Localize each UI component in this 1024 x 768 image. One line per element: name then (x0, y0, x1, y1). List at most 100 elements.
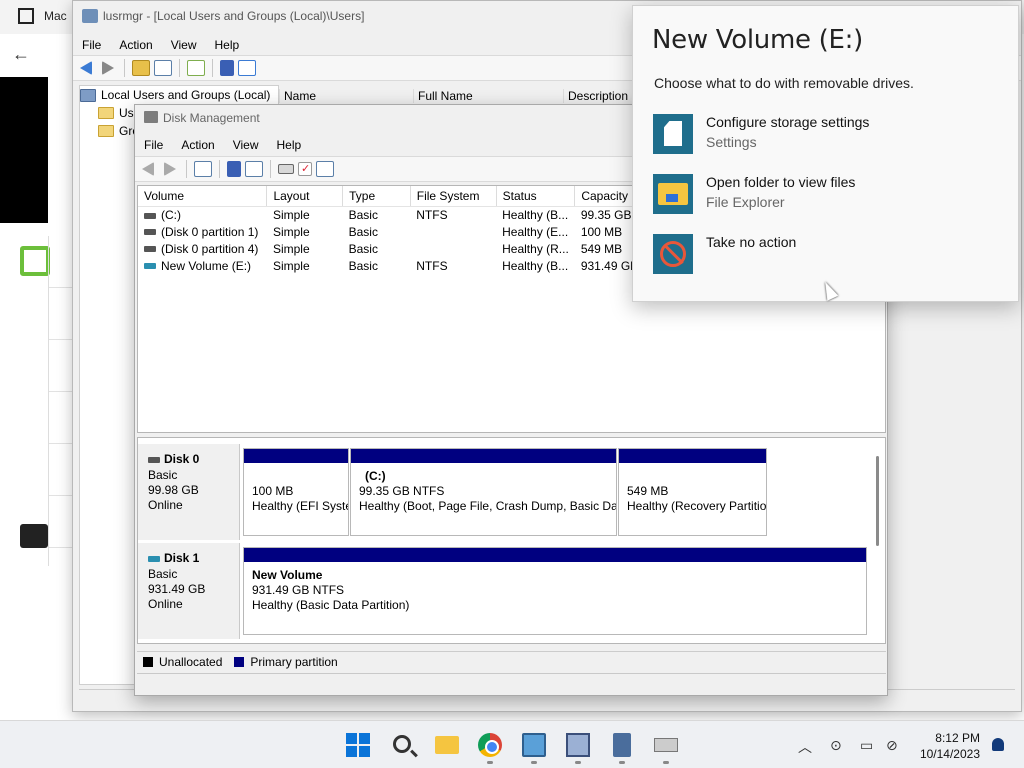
running-indicator (619, 761, 625, 764)
primary-partition-band (351, 449, 616, 463)
tree-item-label: Local Users and Groups (Local) (101, 88, 271, 102)
column-header-volume[interactable]: Volume (138, 186, 268, 207)
column-header-file-system[interactable]: File System (410, 186, 497, 207)
calculator-icon[interactable] (613, 733, 631, 757)
volume-name: (Disk 0 partition 4) (161, 241, 259, 256)
export-list-icon[interactable] (187, 60, 205, 76)
save-icon[interactable] (20, 246, 50, 276)
network-app-icon[interactable] (566, 733, 590, 757)
partition-title: New Volume (252, 568, 323, 582)
autoplay-notification: New Volume (E:) Choose what to do with r… (632, 5, 1019, 302)
volume-file-system (410, 223, 496, 240)
disk-management-app-icon (144, 111, 158, 123)
column-header-status[interactable]: Status (496, 186, 576, 207)
volume-file-system (410, 240, 496, 257)
column-header-full-name[interactable]: Full Name (413, 89, 563, 103)
check-icon[interactable] (298, 162, 312, 176)
volume-file-system: NTFS (416, 258, 448, 273)
disk-size: 99.98 GB (148, 483, 199, 497)
show-hide-tree-icon[interactable] (194, 161, 212, 177)
volume-layout: Simple (272, 207, 310, 222)
menu-help[interactable]: Help (268, 138, 311, 152)
disk-1-label[interactable]: Disk 1 Basic 931.49 GB Online (138, 543, 240, 639)
partition-status: Healthy (Basic Data Partition) (252, 598, 410, 612)
disk-state: Online (148, 498, 183, 512)
option-label: Configure storage settings (706, 114, 870, 130)
disk-row-1: Disk 1 Basic 931.49 GB Online New Volume… (138, 543, 878, 639)
partition-size: 100 MB (252, 484, 294, 498)
lusrmgr-title: lusrmgr - [Local Users and Groups (Local… (103, 9, 365, 23)
drive-icon (144, 212, 156, 219)
forward-icon[interactable] (102, 61, 114, 75)
partition-recovery[interactable]: 549 MB Healthy (Recovery Partition) (618, 448, 767, 536)
volume-muted-icon[interactable]: ⊘ (886, 737, 898, 754)
disk-state: Online (148, 597, 183, 611)
menu-action[interactable]: Action (110, 38, 161, 52)
system-clock[interactable]: 8:12 PM 10/14/2023 (920, 730, 980, 762)
file-explorer-icon[interactable] (435, 736, 459, 754)
option-open-folder[interactable]: Open folder to view files File Explorer (653, 174, 1003, 218)
folder-icon (653, 174, 693, 214)
disk-0-label[interactable]: Disk 0 Basic 99.98 GB Online (138, 444, 240, 540)
primary-partition-band (244, 449, 348, 463)
back-arrow-icon[interactable]: ← (12, 44, 30, 65)
lusrmgr-app-icon (82, 9, 98, 23)
clock-time: 8:12 PM (935, 731, 980, 745)
search-icon[interactable] (393, 735, 411, 753)
chrome-icon[interactable] (478, 733, 502, 757)
connect-disk-icon[interactable] (278, 164, 294, 174)
column-header-name[interactable]: Name (279, 89, 413, 103)
notification-bell-icon[interactable] (992, 738, 1004, 751)
volume-name: New Volume (E:) (161, 258, 252, 273)
partition-efi[interactable]: 100 MB Healthy (EFI System Partition) (243, 448, 349, 536)
volume-file-system: NTFS (416, 207, 448, 222)
column-header-description[interactable]: Description (563, 89, 643, 103)
drive-icon (144, 246, 156, 253)
background-app-title: Mac (44, 9, 67, 23)
primary-partition-band (619, 449, 766, 463)
running-indicator (663, 761, 669, 764)
display-icon[interactable]: ▭ (860, 737, 873, 754)
chat-icon[interactable] (20, 524, 48, 548)
settings-list-icon[interactable] (316, 161, 334, 177)
help-icon[interactable] (220, 60, 234, 76)
column-header-type[interactable]: Type (342, 186, 411, 207)
start-icon[interactable] (346, 733, 370, 757)
side-strip (48, 236, 72, 566)
properties-icon[interactable] (238, 60, 256, 76)
partition-legend: Unallocated Primary partition (137, 651, 886, 671)
up-folder-icon[interactable] (132, 60, 150, 76)
disk-management-title: Disk Management (163, 111, 260, 125)
back-icon[interactable] (80, 61, 92, 75)
menu-view[interactable]: View (162, 38, 206, 52)
menu-view[interactable]: View (224, 138, 268, 152)
option-label: Take no action (706, 234, 797, 250)
control-panel-icon[interactable] (522, 733, 546, 757)
volume-type: Basic (348, 224, 378, 239)
dark-panel (0, 77, 48, 223)
tree-item-root[interactable]: Local Users and Groups (Local) (80, 86, 278, 104)
properties-icon[interactable] (245, 161, 263, 177)
forward-icon[interactable] (164, 162, 176, 176)
network-status-icon[interactable]: ⊙ (830, 737, 842, 754)
back-icon[interactable] (142, 162, 154, 176)
legend-label: Unallocated (159, 654, 223, 669)
help-icon[interactable] (227, 161, 241, 177)
volume-name: (C:) (161, 207, 181, 222)
legend-swatch-unallocated (143, 656, 153, 667)
usb-icon[interactable] (654, 738, 678, 752)
show-hide-tree-icon[interactable] (154, 60, 172, 76)
menu-file[interactable]: File (135, 138, 172, 152)
partition-c[interactable]: (C:) 99.35 GB NTFS Healthy (Boot, Page F… (350, 448, 617, 536)
column-header-layout[interactable]: Layout (266, 186, 344, 207)
disk-graphical-view: Disk 0 Basic 99.98 GB Online 100 MB Heal… (137, 437, 886, 644)
chevron-up-icon[interactable]: ︿ (798, 737, 812, 757)
menu-action[interactable]: Action (172, 138, 223, 152)
menu-file[interactable]: File (73, 38, 110, 52)
option-take-no-action[interactable]: Take no action (653, 234, 1003, 278)
partition-new-volume[interactable]: New Volume 931.49 GB NTFS Healthy (Basic… (243, 547, 867, 635)
volume-layout: Simple (272, 241, 310, 256)
menu-help[interactable]: Help (206, 38, 249, 52)
option-configure-storage[interactable]: Configure storage settings Settings (653, 114, 1003, 158)
disk-size: 931.49 GB (148, 582, 206, 596)
